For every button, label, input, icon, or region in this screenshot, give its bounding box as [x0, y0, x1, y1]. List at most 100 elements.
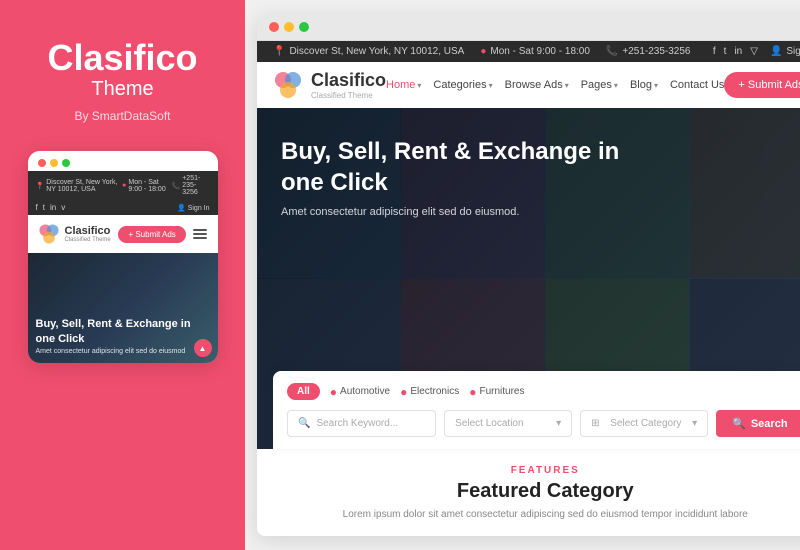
mock-browser-chrome — [28, 151, 218, 171]
features-section: FEATURES Featured Category Lorem ipsum d… — [257, 449, 800, 536]
mock-logo-icon — [38, 223, 60, 245]
mock-hero: Buy, Sell, Rent & Exchange in one Click … — [28, 253, 218, 363]
website-content: 📍 Discover St, New York, NY 10012, USA ●… — [257, 41, 800, 536]
tab-dot-1: ● — [330, 385, 337, 399]
site-phone-icon: 📞 — [606, 46, 618, 57]
features-description: Lorem ipsum dolor sit amet consectetur a… — [295, 509, 795, 520]
mock-nav: Clasifico Classified Theme + Submit Ads — [28, 215, 218, 253]
search-tab-furnitures[interactable]: ● Furnitures — [469, 385, 524, 399]
search-location-arrow: ▾ — [556, 418, 561, 429]
site-facebook-icon[interactable]: f — [713, 46, 716, 57]
mock-logo-sub: Classified Theme — [65, 237, 111, 244]
site-phone: 📞 +251-235-3256 — [606, 46, 691, 57]
site-info-bar: 📍 Discover St, New York, NY 10012, USA ●… — [257, 41, 800, 62]
mock-address: 📍 Discover St, New York, NY 10012, USA — [36, 179, 123, 193]
search-location-input[interactable]: Select Location ▾ — [444, 410, 572, 437]
mock-hero-bg: Buy, Sell, Rent & Exchange in one Click … — [28, 253, 218, 363]
mock-facebook-icon[interactable]: f — [36, 203, 38, 212]
nav-link-pages[interactable]: Pages▾ — [581, 79, 618, 91]
mock-submit-ads-button[interactable]: + Submit Ads — [118, 226, 185, 243]
hero-title: Buy, Sell, Rent & Exchange in one Click — [281, 136, 641, 198]
mock-hero-subtitle: Amet consectetur adipiscing elit sed do … — [36, 348, 210, 355]
mock-dot-green — [62, 159, 70, 167]
site-logo-name: Clasifico — [311, 70, 386, 91]
mock-logo: Clasifico Classified Theme — [38, 223, 111, 245]
search-category-placeholder: Select Category — [610, 418, 681, 429]
mock-dot-red — [38, 159, 46, 167]
mock-hero-title: Buy, Sell, Rent & Exchange in one Click — [36, 317, 210, 346]
mock-social-bar: f t in v 👤 Sign In — [28, 200, 218, 215]
hero-content: Buy, Sell, Rent & Exchange in one Click … — [257, 108, 800, 371]
tab-dot-2: ● — [400, 385, 407, 399]
search-tab-automotive[interactable]: ● Automotive — [330, 385, 390, 399]
search-location-placeholder: Select Location — [455, 418, 523, 429]
nav-link-contact[interactable]: Contact Us — [670, 79, 724, 91]
mock-info-bar: 📍 Discover St, New York, NY 10012, USA ●… — [28, 171, 218, 200]
mock-phone-icon: 📞 — [172, 182, 181, 190]
site-sign-in[interactable]: 👤 Sign In — [770, 46, 800, 57]
info-left: 📍 Discover St, New York, NY 10012, USA ●… — [273, 46, 691, 57]
site-twitter-icon[interactable]: t — [724, 46, 727, 57]
site-nav-links: Home▾ Categories▾ Browse Ads▾ Pages▾ Blo… — [386, 79, 724, 91]
search-bar: 🔍 Search Keyword... Select Location ▾ ⊞ … — [287, 410, 800, 437]
mock-hours-dot: ● — [122, 182, 126, 189]
mock-sign-in[interactable]: 👤 Sign In — [177, 204, 209, 212]
features-title: Featured Category — [281, 480, 800, 503]
left-panel: Clasifico Theme By SmartDataSoft 📍 Disco… — [0, 0, 245, 550]
site-logo-sub: Classified Theme — [311, 91, 386, 100]
browser-window: 📍 Discover St, New York, NY 10012, USA ●… — [257, 14, 800, 536]
mock-logo-name: Clasifico — [65, 225, 111, 237]
mock-hero-text: Buy, Sell, Rent & Exchange in one Click … — [36, 317, 210, 355]
mock-hours-text: Mon - Sat 9:00 - 18:00 — [128, 179, 171, 193]
mock-phone: 📞 +251-235-3256 — [172, 175, 210, 196]
site-logo-icon — [273, 70, 303, 100]
search-keyword-input[interactable]: 🔍 Search Keyword... — [287, 410, 436, 437]
site-logo: Clasifico Classified Theme — [273, 70, 386, 100]
browser-dot-green — [299, 22, 309, 32]
browser-chrome — [257, 14, 800, 41]
search-magnifier-icon: 🔍 — [298, 418, 310, 429]
site-address-text: Discover St, New York, NY 10012, USA — [289, 46, 464, 57]
nav-link-categories[interactable]: Categories▾ — [433, 79, 492, 91]
site-hero: Buy, Sell, Rent & Exchange in one Click … — [257, 108, 800, 449]
site-submit-ads-button[interactable]: + Submit Ads — [724, 72, 800, 98]
site-user-icon: 👤 — [770, 46, 782, 57]
search-category-arrow: ▾ — [692, 418, 697, 429]
site-social-icons: f t in ▽ — [713, 46, 758, 57]
site-hours: ● Mon - Sat 9:00 - 18:00 — [480, 46, 590, 57]
site-vimeo-icon[interactable]: ▽ — [750, 46, 758, 57]
hero-subtitle: Amet consectetur adipiscing elit sed do … — [281, 206, 621, 218]
mock-address-text: Discover St, New York, NY 10012, USA — [46, 179, 122, 193]
search-btn-icon: 🔍 — [732, 417, 746, 430]
search-keyword-placeholder: Search Keyword... — [316, 418, 398, 429]
brand-byline: By SmartDataSoft — [74, 109, 170, 123]
mock-social-icons: f t in v — [36, 203, 66, 212]
mock-scroll-to-top[interactable]: ▲ — [194, 339, 212, 357]
search-category-input[interactable]: ⊞ Select Category ▾ — [580, 410, 708, 437]
mock-hamburger-menu[interactable] — [193, 229, 207, 239]
search-tabs: All ● Automotive ● Electronics ● Furnitu… — [287, 383, 800, 400]
right-panel: 📍 Discover St, New York, NY 10012, USA ●… — [245, 0, 800, 550]
site-hours-dot: ● — [480, 46, 486, 57]
search-tab-electronics[interactable]: ● Electronics — [400, 385, 459, 399]
search-tab-all[interactable]: All — [287, 383, 320, 400]
features-label: FEATURES — [281, 465, 800, 476]
nav-link-blog[interactable]: Blog▾ — [630, 79, 658, 91]
brand-title: Clasifico — [47, 40, 197, 76]
search-section: All ● Automotive ● Electronics ● Furnitu… — [273, 371, 800, 449]
site-linkedin-icon[interactable]: in — [734, 46, 742, 57]
info-right: f t in ▽ 👤 Sign In — [713, 46, 800, 57]
nav-link-browse-ads[interactable]: Browse Ads▾ — [505, 79, 569, 91]
mock-linkedin-icon[interactable]: in — [50, 203, 56, 212]
search-button[interactable]: 🔍 Search — [716, 410, 800, 437]
mock-hours: ● Mon - Sat 9:00 - 18:00 — [122, 179, 171, 193]
mobile-mockup: 📍 Discover St, New York, NY 10012, USA ●… — [28, 151, 218, 363]
search-category-icon: ⊞ — [591, 418, 599, 429]
mock-twitter-icon[interactable]: t — [43, 203, 45, 212]
mock-window-dots — [38, 159, 70, 167]
nav-link-home[interactable]: Home▾ — [386, 79, 421, 91]
site-logo-text-wrap: Clasifico Classified Theme — [311, 70, 386, 100]
mock-vimeo-icon[interactable]: v — [61, 203, 65, 212]
search-btn-label: Search — [751, 418, 788, 430]
brand-subtitle: Theme — [91, 78, 153, 101]
